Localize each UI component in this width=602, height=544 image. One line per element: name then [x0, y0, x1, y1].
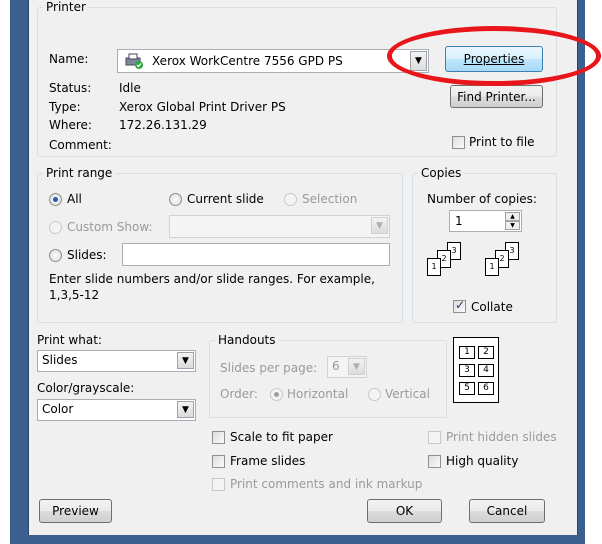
copies-label: Copies — [418, 166, 465, 180]
where-value: 172.26.131.29 — [119, 118, 207, 132]
chevron-down-icon[interactable]: ▼ — [348, 358, 365, 375]
vertical-radio[interactable] — [368, 388, 381, 401]
scale-to-fit-label[interactable]: Scale to fit paper — [230, 430, 333, 444]
print-what-label: Print what: — [37, 333, 102, 347]
preview-slide-5: 5 — [459, 382, 475, 395]
selection-label[interactable]: Selection — [302, 192, 357, 206]
high-quality-label[interactable]: High quality — [446, 454, 518, 468]
print-comments-label[interactable]: Print comments and ink markup — [230, 477, 422, 491]
color-grayscale-value: Color — [42, 402, 74, 416]
print-comments-checkbox[interactable] — [212, 478, 225, 491]
slides-per-page-select[interactable]: 6 ▼ — [327, 356, 367, 378]
print-what-select[interactable]: Slides ▼ — [37, 350, 196, 372]
printer-group-label: Printer — [43, 0, 89, 14]
copies-value: 1 — [455, 214, 463, 228]
vertical-label[interactable]: Vertical — [385, 387, 430, 401]
custom-show-radio[interactable] — [49, 221, 62, 234]
preview-button[interactable]: Preview — [39, 499, 112, 523]
copies-spinner[interactable]: 1 ▲ ▼ — [449, 210, 522, 232]
name-label: Name: — [49, 52, 89, 66]
ok-button[interactable]: OK — [367, 499, 442, 523]
print-what-value: Slides — [42, 353, 78, 367]
window-frame-bottom — [10, 535, 585, 544]
color-grayscale-label: Color/grayscale: — [37, 381, 135, 395]
chevron-down-icon[interactable]: ▼ — [177, 352, 194, 369]
collate-pages-icon: 3 2 1 3 2 1 — [427, 242, 542, 288]
handouts-group: Handouts — [209, 333, 447, 418]
order-label: Order: — [220, 387, 258, 401]
preview-slide-6: 6 — [478, 382, 494, 395]
preview-slide-2: 2 — [478, 346, 494, 359]
current-slide-label[interactable]: Current slide — [187, 192, 264, 206]
type-value: Xerox Global Print Driver PS — [119, 100, 286, 114]
print-to-file-checkbox[interactable] — [452, 136, 465, 149]
slide-range-hint: Enter slide numbers and/or slide ranges.… — [49, 272, 375, 286]
status-value: Idle — [119, 81, 141, 95]
print-hidden-slides-label[interactable]: Print hidden slides — [446, 430, 557, 444]
slide-range-hint-example: 1,3,5-12 — [49, 288, 100, 302]
frame-slides-label[interactable]: Frame slides — [230, 454, 305, 468]
collate-checkbox[interactable] — [453, 298, 466, 313]
spin-up-icon[interactable]: ▲ — [505, 212, 520, 221]
custom-show-label[interactable]: Custom Show: — [67, 220, 153, 234]
slides-label[interactable]: Slides: — [67, 248, 107, 262]
slides-radio[interactable] — [49, 249, 62, 262]
horizontal-radio[interactable] — [270, 388, 283, 401]
where-label: Where: — [49, 118, 92, 132]
printer-select[interactable]: Xerox WorkCentre 7556 GPD PS ▼ — [117, 49, 429, 73]
type-label: Type: — [49, 100, 81, 114]
frame-slides-checkbox[interactable] — [212, 455, 225, 468]
preview-slide-1: 1 — [459, 346, 475, 359]
current-slide-radio[interactable] — [169, 193, 182, 206]
number-of-copies-label: Number of copies: — [427, 192, 537, 206]
find-printer-button[interactable]: Find Printer... — [450, 85, 543, 108]
print-to-file-label[interactable]: Print to file — [469, 135, 535, 149]
print-range-label: Print range — [43, 166, 116, 180]
collate-label[interactable]: Collate — [471, 300, 513, 314]
window-frame-left — [10, 0, 29, 544]
cancel-button[interactable]: Cancel — [469, 499, 545, 523]
properties-button[interactable]: Properties — [445, 46, 543, 72]
all-label[interactable]: All — [67, 192, 82, 206]
handout-layout-preview: 1 2 3 4 5 6 — [453, 337, 499, 403]
preview-slide-3: 3 — [459, 364, 475, 377]
scale-to-fit-checkbox[interactable] — [212, 431, 225, 444]
spin-down-icon[interactable]: ▼ — [505, 221, 520, 230]
all-radio[interactable] — [49, 193, 62, 206]
chevron-down-icon[interactable]: ▼ — [410, 51, 427, 71]
slides-per-page-label: Slides per page: — [220, 361, 318, 375]
slides-per-page-value: 6 — [332, 359, 340, 373]
chevron-down-icon[interactable]: ▼ — [177, 401, 194, 418]
status-label: Status: — [49, 81, 92, 95]
handouts-label: Handouts — [215, 333, 279, 347]
chevron-down-icon[interactable]: ▼ — [371, 217, 388, 234]
printer-icon — [124, 53, 144, 69]
print-dialog: Printer Name: Xerox WorkCentre 7556 GPD … — [29, 0, 577, 535]
horizontal-label[interactable]: Horizontal — [287, 387, 348, 401]
printer-name-value: Xerox WorkCentre 7556 GPD PS — [152, 54, 343, 68]
comment-label: Comment: — [49, 138, 112, 152]
color-grayscale-select[interactable]: Color ▼ — [37, 399, 196, 421]
print-hidden-slides-checkbox[interactable] — [428, 431, 441, 444]
slides-input[interactable] — [122, 243, 390, 266]
high-quality-checkbox[interactable] — [428, 455, 441, 468]
selection-radio[interactable] — [284, 193, 297, 206]
window-frame-right — [577, 0, 585, 544]
preview-slide-4: 4 — [478, 364, 494, 377]
custom-show-select[interactable]: ▼ — [169, 215, 390, 238]
